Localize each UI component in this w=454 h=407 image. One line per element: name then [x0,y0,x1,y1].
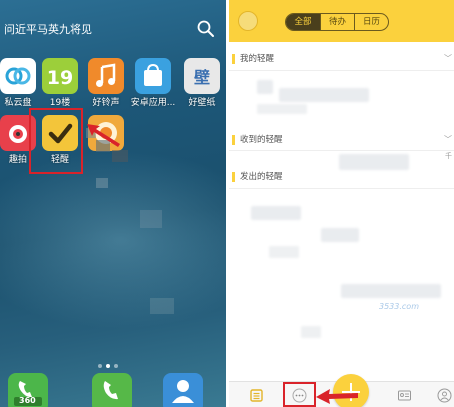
tab-all[interactable]: 全部 [286,14,320,30]
blurred-content [269,246,299,258]
section-accent-bar [232,54,235,64]
blurred-content [257,80,273,94]
tab-calendar[interactable]: 日历 [354,14,388,30]
wallpaper-icon: 壁 [184,58,220,94]
section-title: 我的轻醒 [240,54,275,64]
pixel-mosaic [140,210,162,228]
list-icon[interactable] [249,388,264,403]
phone-icon[interactable] [92,373,132,407]
svg-text:19: 19 [47,67,73,89]
news-headline[interactable]: 问近平马英九将见 [4,21,92,37]
red-arrow-icon [87,124,120,147]
blurred-content [257,104,307,114]
section-accent-bar [232,172,235,182]
app-android-market[interactable]: 安卓应用... [129,58,177,109]
wallpaper-glow [0,150,226,330]
section-title: 发出的轻醒 [240,172,283,182]
watermark: 3533.com [379,302,419,311]
blurred-content [279,88,369,102]
app-wallpaper[interactable]: 壁 好壁纸 [178,58,226,109]
divider [229,188,454,189]
highlight-box [29,108,83,174]
tab-todo[interactable]: 待办 [320,14,354,30]
red-arrow-icon [316,389,358,404]
app-19lou[interactable]: 19 19楼 [36,58,84,109]
news-search-widget[interactable]: 问近平马英九将见 [0,14,226,44]
blurred-content [321,228,359,242]
highlight-box [283,382,316,407]
blurred-content [341,284,441,298]
blurred-content [251,206,301,220]
svg-text:壁: 壁 [194,68,210,87]
contacts-icon[interactable] [163,373,203,407]
pixel-mosaic [96,178,108,188]
chevron-down-icon: ﹀ [444,54,452,63]
pixel-mosaic [112,150,128,162]
qingxing-app-screen: 全部 待办 日历 我的轻醒 ﹀ 收到的轻醒 ﹀ 千 发出的轻醒 3533.com [229,0,454,407]
side-text: 千 [445,152,452,160]
section-my-reminders[interactable]: 我的轻醒 ﹀ [229,50,454,68]
shopping-bag-icon [135,58,171,94]
19lou-icon: 19 [42,58,78,94]
chevron-down-icon: ﹀ [444,135,452,144]
person-icon[interactable] [437,388,452,403]
page-indicator [96,353,126,368]
section-accent-bar [232,135,235,145]
divider [229,70,454,71]
dock-360-label: 360 [19,396,36,405]
app-label: 安卓应用... [130,98,176,108]
blurred-content [301,326,321,338]
contact-card-icon[interactable] [397,388,412,403]
section-sent-reminders[interactable]: 发出的轻醒 [229,168,454,186]
divider [229,150,454,151]
app-ringtone[interactable]: 好铃声 [82,58,130,109]
app-label: 好铃声 [92,98,120,108]
avatar[interactable] [238,11,258,31]
android-home-screen: 问近平马英九将见 私云盘 19 19楼 好铃声 安卓应用... 壁 好壁纸 趣拍… [0,0,226,407]
music-note-icon [88,58,124,94]
pixel-mosaic [150,298,174,314]
search-icon[interactable] [196,19,216,39]
top-bar: 全部 待办 日历 [229,0,454,42]
cloud-icon [0,58,36,94]
app-label: 好壁纸 [188,98,216,108]
phone-360-icon[interactable]: 360 [8,373,48,407]
section-received-reminders[interactable]: 收到的轻醒 ﹀ [229,131,454,149]
section-title: 收到的轻醒 [240,135,283,145]
filter-tabs: 全部 待办 日历 [285,13,389,31]
